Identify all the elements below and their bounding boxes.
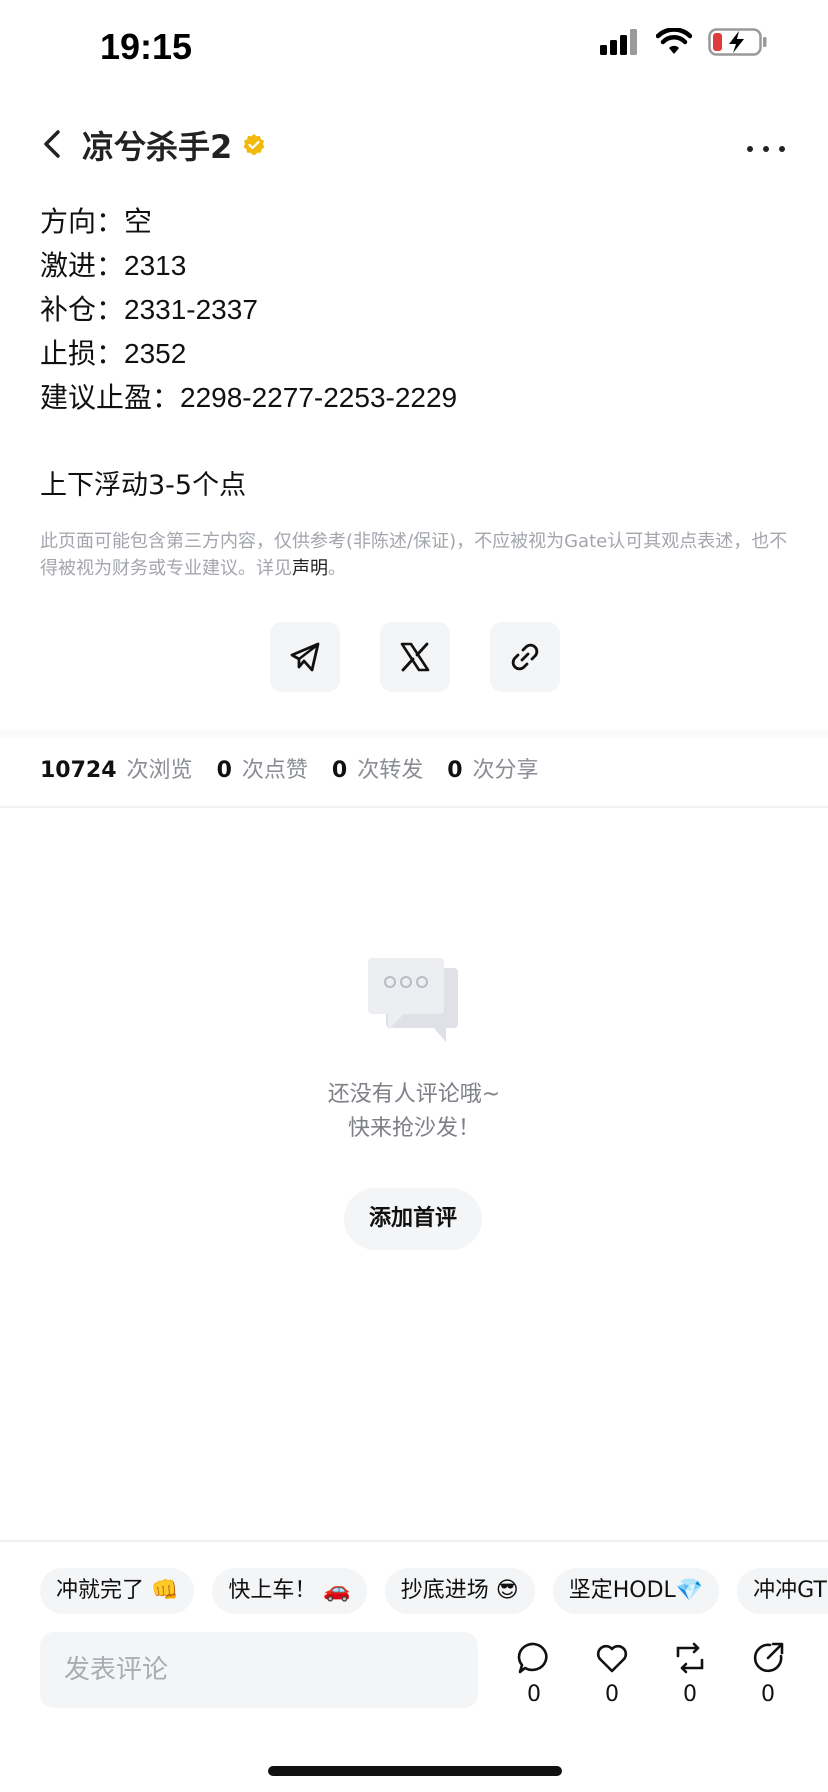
reposts-count: 0 — [331, 758, 348, 783]
shares-label: 次分享 — [472, 758, 539, 783]
share-telegram-button[interactable] — [270, 622, 340, 692]
status-time: 19:15 — [100, 26, 193, 67]
post-actions: 0 0 0 0 — [516, 1640, 786, 1707]
back-button[interactable] — [34, 124, 74, 164]
reposts-label: 次转发 — [357, 758, 424, 783]
quick-reply-chips: 冲就完了 👊 快上车！ 🚗 抄底进场 😎 坚定HODL💎 冲冲GT — [40, 1568, 828, 1614]
disclaimer-link[interactable]: 声明 — [292, 558, 328, 579]
add-first-comment-button[interactable]: 添加首评 — [344, 1188, 482, 1250]
stats-divider — [0, 806, 828, 808]
share-count: 0 — [761, 1682, 775, 1707]
post-line-direction: 方向：空 — [40, 206, 153, 237]
telegram-icon — [290, 642, 320, 672]
link-icon — [511, 643, 539, 671]
wifi-icon — [656, 28, 692, 54]
like-action[interactable]: 0 — [594, 1640, 630, 1707]
chevron-left-icon — [44, 130, 60, 158]
share-action[interactable]: 0 — [750, 1640, 786, 1707]
like-count: 0 — [605, 1682, 619, 1707]
verified-badge-icon — [243, 134, 265, 156]
status-bar: 19:15 — [0, 0, 828, 100]
more-options-icon[interactable] — [746, 128, 786, 161]
views-count: 10724 — [40, 758, 117, 783]
post-line-add-position: 补仓：2331-2337 — [40, 294, 258, 325]
author-name[interactable]: 凉兮杀手2 — [82, 122, 232, 168]
share-x-button[interactable] — [380, 622, 450, 692]
views-label: 次浏览 — [126, 758, 193, 783]
bottom-divider — [0, 1540, 828, 1542]
repost-icon — [676, 1642, 704, 1674]
share-row — [270, 622, 560, 692]
post-content: 方向：空 激进：2313 补仓：2331-2337 止损：2352 建议止盈：2… — [40, 200, 790, 582]
post-line-take-profit: 建议止盈：2298-2277-2253-2229 — [40, 382, 458, 413]
battery-icon — [708, 28, 767, 56]
comment-input[interactable] — [40, 1632, 478, 1708]
share-icon — [753, 1642, 784, 1673]
home-indicator — [268, 1766, 562, 1776]
section-divider — [0, 730, 828, 738]
copy-link-button[interactable] — [490, 622, 560, 692]
comment-count: 0 — [527, 1682, 541, 1707]
quick-reply-chip[interactable]: 坚定HODL💎 — [552, 1568, 720, 1614]
disclaimer: 此页面可能包含第三方内容，仅供参考(非陈述/保证)，不应被视为Gate认可其观点… — [40, 528, 790, 582]
empty-comments-line2: 快来抢沙发！ — [347, 1116, 480, 1141]
quick-reply-chip[interactable]: 抄底进场 😎 — [384, 1568, 535, 1614]
signal-icon — [600, 29, 637, 55]
repost-action[interactable]: 0 — [672, 1640, 708, 1707]
heart-icon — [596, 1644, 628, 1673]
ellipsis-icon — [747, 146, 785, 152]
author-info[interactable]: 凉兮杀手2 — [82, 122, 266, 168]
quick-reply-chip[interactable]: 冲就完了 👊 — [40, 1568, 195, 1614]
likes-label: 次点赞 — [241, 758, 308, 783]
likes-count: 0 — [216, 758, 232, 783]
post-line-stop-loss: 止损：2352 — [40, 338, 187, 369]
empty-comments-line1: 还没有人评论哦~ — [327, 1082, 501, 1107]
comment-icon — [517, 1642, 548, 1674]
disclaimer-text: 此页面可能包含第三方内容，仅供参考(非陈述/保证)，不应被视为Gate认可其观点… — [40, 531, 788, 579]
post-note: 上下浮动3-5个点 — [40, 470, 247, 501]
post-stats: 10724 次浏览 0 次点赞 0 次转发 0 次分享 — [40, 752, 563, 784]
status-icons — [600, 28, 768, 56]
post-line-aggressive: 激进：2313 — [40, 250, 187, 281]
repost-count: 0 — [683, 1682, 697, 1707]
comment-action[interactable]: 0 — [516, 1640, 552, 1707]
header: 凉兮杀手2 — [0, 110, 828, 180]
shares-count: 0 — [447, 758, 463, 783]
quick-reply-chip[interactable]: 快上车！ 🚗 — [212, 1568, 367, 1614]
x-icon — [400, 642, 430, 672]
quick-reply-chip[interactable]: 冲冲GT — [737, 1568, 828, 1614]
empty-comments-icon — [368, 958, 458, 1042]
disclaimer-end: 。 — [328, 558, 346, 579]
